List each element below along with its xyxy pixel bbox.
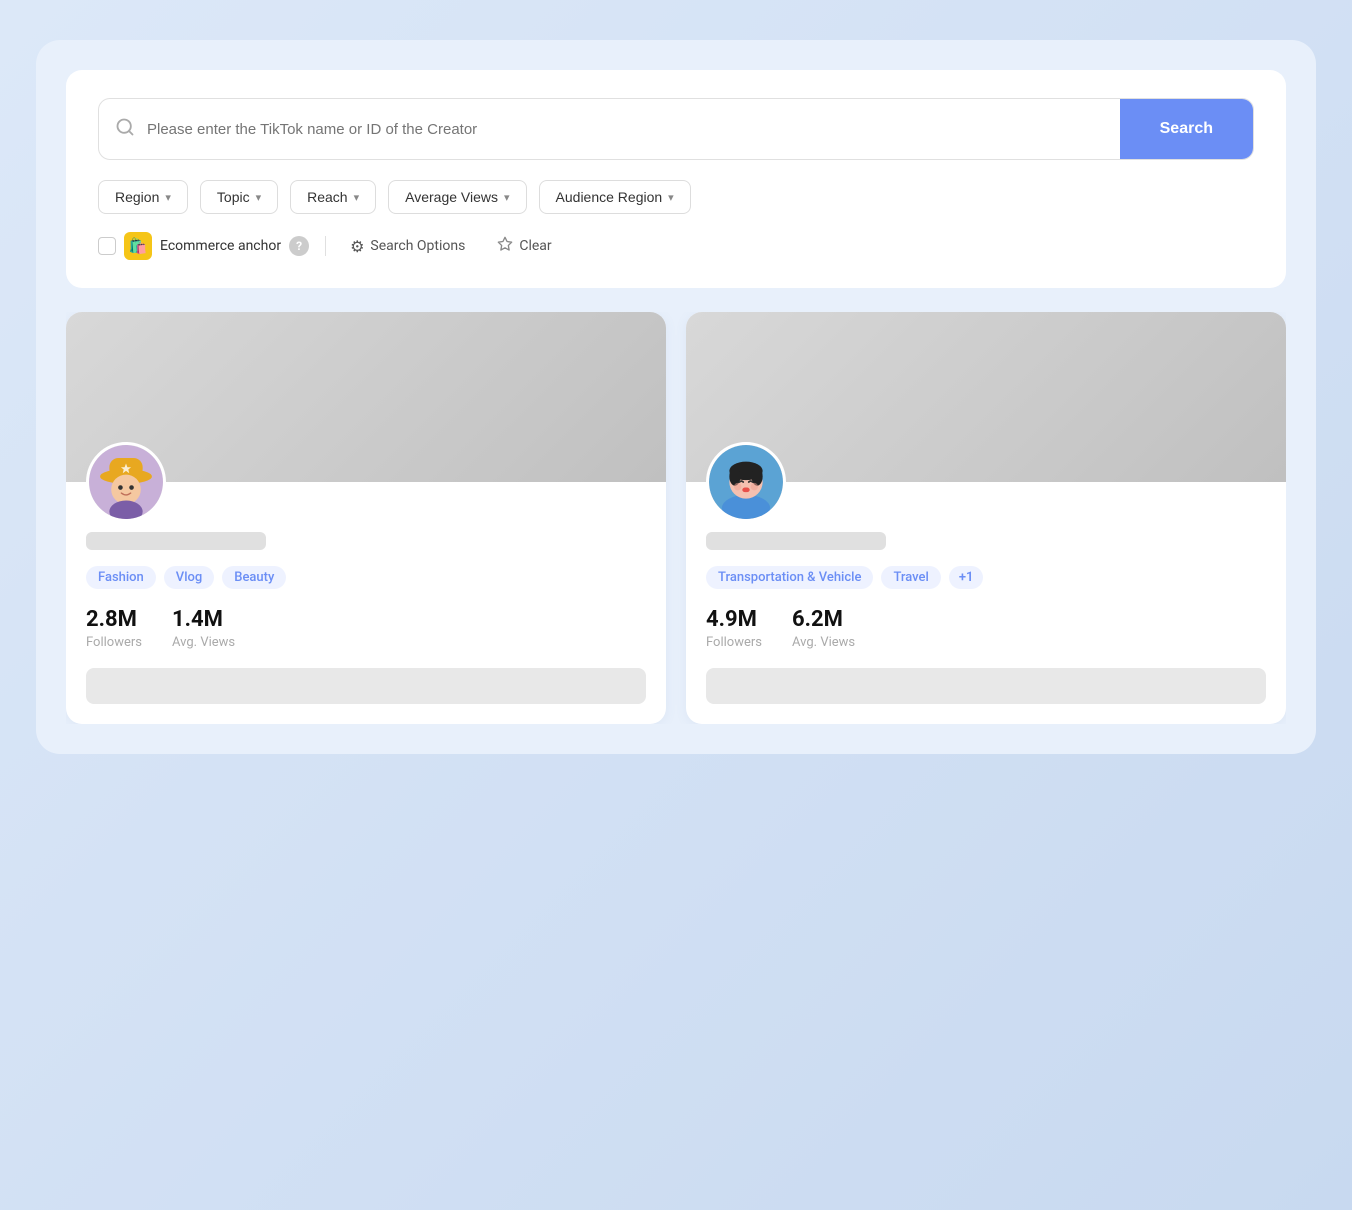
ecommerce-checkbox-wrap: 🛍️ Ecommerce anchor ?: [98, 232, 309, 260]
clear-label: Clear: [519, 238, 551, 254]
region-label: Region: [115, 189, 159, 205]
avatar-wrap-1: [86, 442, 646, 522]
clear-button[interactable]: Clear: [489, 232, 559, 260]
ecommerce-label: Ecommerce anchor: [160, 238, 281, 254]
audience-region-filter[interactable]: Audience Region ▾: [539, 180, 691, 214]
creator-card-1: Fashion Vlog Beauty 2.8M Followers 1.4M …: [66, 312, 666, 724]
creator-card-2: Transportation & Vehicle Travel +1 4.9M …: [686, 312, 1286, 724]
ecommerce-icon: 🛍️: [124, 232, 152, 260]
card-body-1: Fashion Vlog Beauty 2.8M Followers 1.4M …: [66, 442, 666, 724]
search-panel: Search Region ▾ Topic ▾ Reach ▾ Average …: [66, 70, 1286, 288]
avg-views-stat-2: 6.2M Avg. Views: [792, 607, 855, 650]
clear-icon: [497, 236, 513, 256]
tags-row-1: Fashion Vlog Beauty: [86, 566, 646, 589]
stats-row-1: 2.8M Followers 1.4M Avg. Views: [86, 607, 646, 650]
region-chevron-icon: ▾: [165, 191, 171, 204]
avg-views-label-1: Avg. Views: [172, 635, 235, 650]
avg-views-chevron-icon: ▾: [504, 191, 510, 204]
followers-stat-2: 4.9M Followers: [706, 607, 762, 650]
main-container: Search Region ▾ Topic ▾ Reach ▾ Average …: [36, 40, 1316, 754]
reach-filter[interactable]: Reach ▾: [290, 180, 376, 214]
followers-label-2: Followers: [706, 635, 762, 650]
help-icon[interactable]: ?: [289, 236, 309, 256]
avg-views-label-2: Avg. Views: [792, 635, 855, 650]
name-placeholder-2: [706, 532, 886, 550]
topic-chevron-icon: ▾: [256, 191, 262, 204]
search-options-button[interactable]: ⚙ Search Options: [342, 233, 473, 260]
avatar-1: [86, 442, 166, 522]
action-placeholder-2: [706, 668, 1266, 704]
filter-row: Region ▾ Topic ▾ Reach ▾ Average Views ▾…: [98, 180, 1254, 214]
avg-views-value-1: 1.4M: [172, 607, 235, 633]
followers-stat-1: 2.8M Followers: [86, 607, 142, 650]
sliders-icon: ⚙: [350, 237, 364, 256]
cards-row: Fashion Vlog Beauty 2.8M Followers 1.4M …: [66, 312, 1286, 724]
audience-region-label: Audience Region: [556, 189, 663, 205]
audience-region-chevron-icon: ▾: [668, 191, 674, 204]
followers-label-1: Followers: [86, 635, 142, 650]
average-views-label: Average Views: [405, 189, 498, 205]
search-input-wrap: [99, 103, 1120, 156]
reach-chevron-icon: ▾: [354, 191, 360, 204]
avg-views-stat-1: 1.4M Avg. Views: [172, 607, 235, 650]
tag-more[interactable]: +1: [949, 566, 984, 589]
tag-travel[interactable]: Travel: [881, 566, 940, 589]
tags-row-2: Transportation & Vehicle Travel +1: [706, 566, 1266, 589]
tag-fashion[interactable]: Fashion: [86, 566, 156, 589]
topic-filter[interactable]: Topic ▾: [200, 180, 278, 214]
options-row: 🛍️ Ecommerce anchor ? ⚙ Search Options C…: [98, 232, 1254, 260]
search-bar: Search: [98, 98, 1254, 160]
action-placeholder-1: [86, 668, 646, 704]
tag-vlog[interactable]: Vlog: [164, 566, 214, 589]
avatar-2: [706, 442, 786, 522]
tag-transportation[interactable]: Transportation & Vehicle: [706, 566, 873, 589]
followers-value-1: 2.8M: [86, 607, 142, 633]
divider: [325, 236, 326, 256]
topic-label: Topic: [217, 189, 250, 205]
tag-beauty[interactable]: Beauty: [222, 566, 286, 589]
ecommerce-checkbox[interactable]: [98, 237, 116, 255]
card-body-2: Transportation & Vehicle Travel +1 4.9M …: [686, 442, 1286, 724]
avg-views-value-2: 6.2M: [792, 607, 855, 633]
search-button[interactable]: Search: [1120, 99, 1253, 159]
reach-label: Reach: [307, 189, 347, 205]
stats-row-2: 4.9M Followers 6.2M Avg. Views: [706, 607, 1266, 650]
average-views-filter[interactable]: Average Views ▾: [388, 180, 526, 214]
search-input[interactable]: [147, 103, 1104, 156]
name-placeholder-1: [86, 532, 266, 550]
search-icon: [115, 117, 135, 142]
region-filter[interactable]: Region ▾: [98, 180, 188, 214]
avatar-wrap-2: [706, 442, 1266, 522]
followers-value-2: 4.9M: [706, 607, 762, 633]
search-options-label: Search Options: [370, 238, 465, 254]
